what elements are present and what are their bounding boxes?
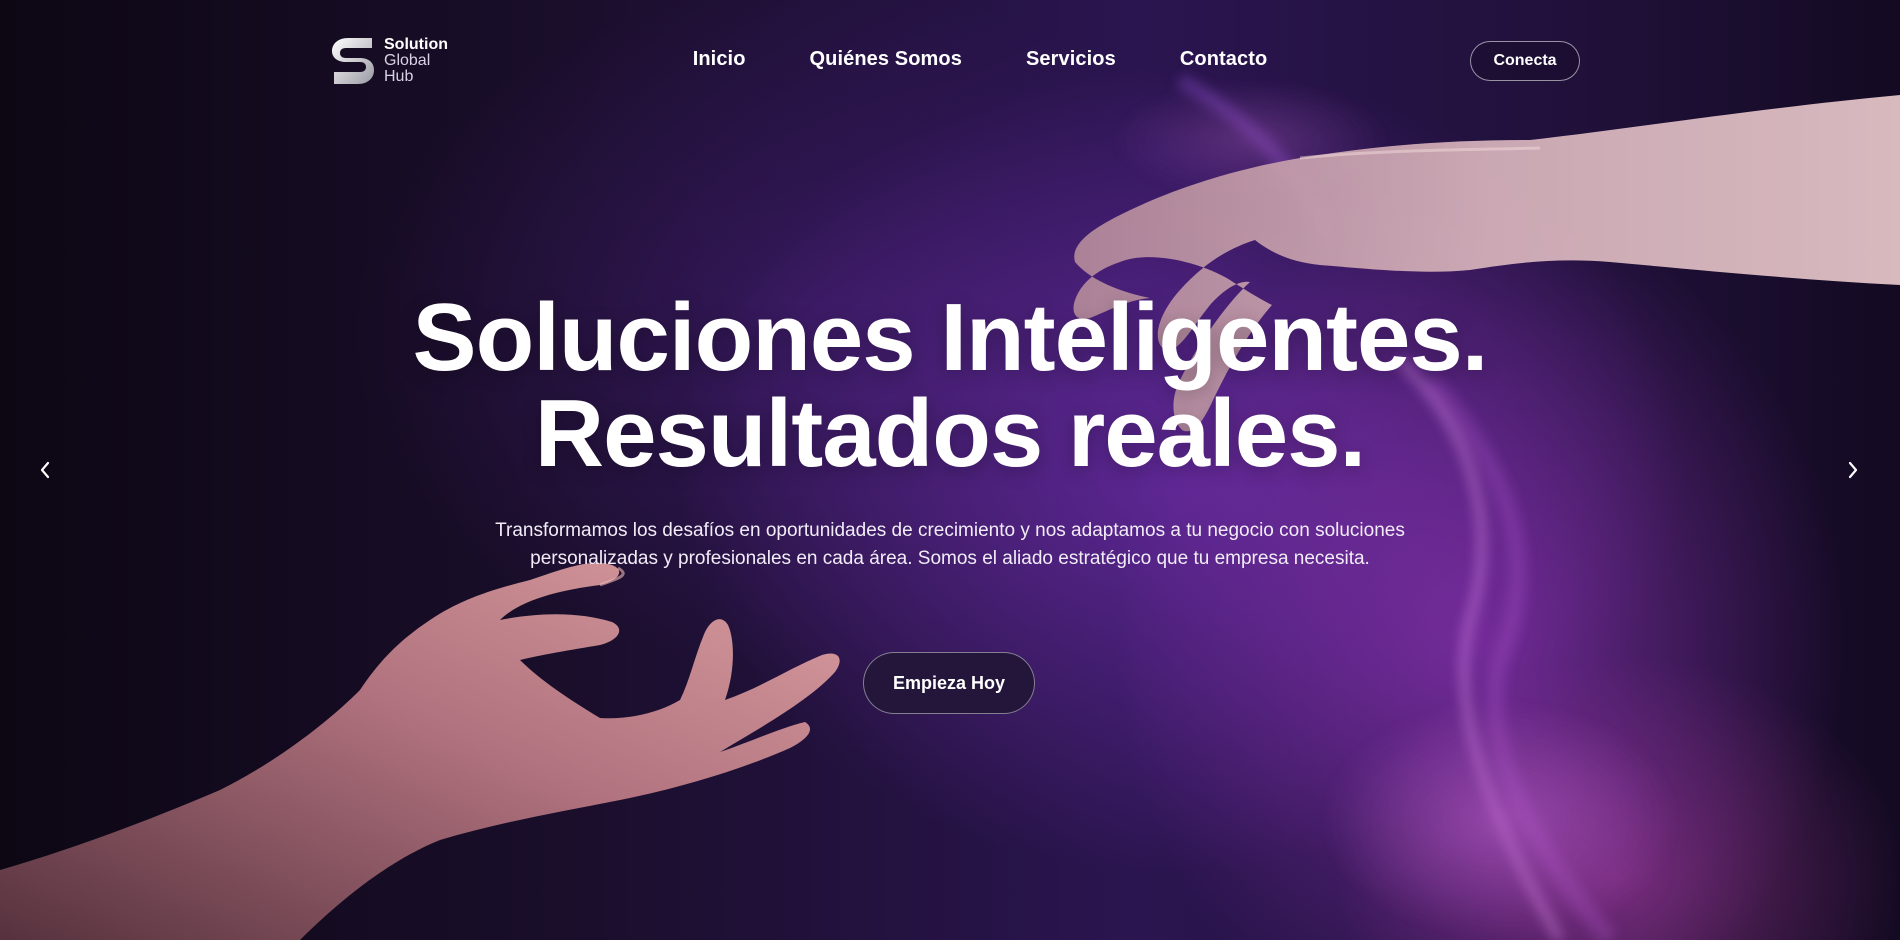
brand-name-line3: Hub (384, 68, 414, 85)
hero-section: Solution Global Hub Inicio Quiénes Somos… (0, 0, 1900, 940)
nav-item-contacto[interactable]: Contacto (1180, 48, 1267, 71)
empieza-hoy-button[interactable]: Empieza Hoy (863, 652, 1035, 714)
connect-button[interactable]: Conecta (1470, 41, 1580, 81)
hero-headline-line1: Soluciones Inteligentes. (412, 284, 1489, 391)
hero-headline: Soluciones Inteligentes. Resultados real… (0, 290, 1900, 482)
nav-item-inicio[interactable]: Inicio (693, 48, 746, 71)
nav-item-quienes-somos[interactable]: Quiénes Somos (810, 48, 962, 71)
main-nav: Inicio Quiénes Somos Servicios Contacto (0, 48, 1900, 71)
hero-subtitle-line1: Transformamos los desafíos en oportunida… (495, 520, 1405, 541)
hero-subtitle-line2: personalizadas y profesionales en cada á… (530, 548, 1370, 569)
nav-item-servicios[interactable]: Servicios (1026, 48, 1116, 71)
hero-headline-line2: Resultados reales. (534, 380, 1366, 487)
hero-subtitle: Transformamos los desafíos en oportunida… (450, 517, 1450, 573)
